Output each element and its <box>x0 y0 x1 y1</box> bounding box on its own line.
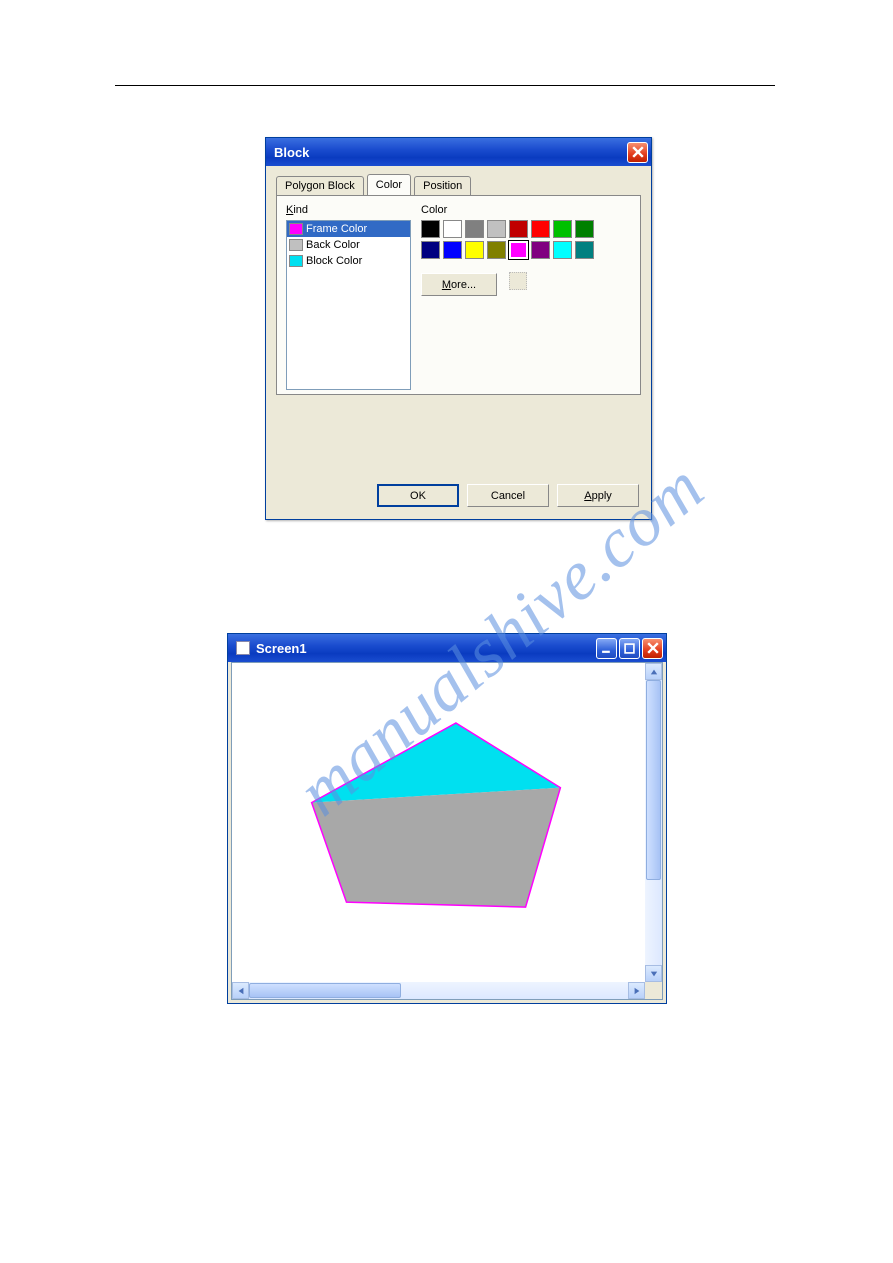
palette-cell[interactable] <box>575 220 594 238</box>
screen-body <box>231 662 663 1000</box>
kind-listbox[interactable]: Frame Color Back Color Block Color <box>286 220 411 390</box>
dialog-titlebar[interactable]: Block <box>266 138 651 166</box>
color-palette <box>421 220 594 259</box>
palette-cell[interactable] <box>553 241 572 259</box>
hscroll-thumb[interactable] <box>249 983 401 998</box>
dialog-title: Block <box>274 145 627 160</box>
scroll-corner <box>645 982 662 999</box>
palette-cell[interactable] <box>421 220 440 238</box>
kind-item-back-color[interactable]: Back Color <box>287 237 410 253</box>
minimize-icon[interactable] <box>596 638 617 659</box>
color-label: Color <box>421 204 447 216</box>
window-icon <box>236 641 250 655</box>
palette-cell[interactable] <box>465 220 484 238</box>
swatch-icon <box>289 255 303 267</box>
palette-cell[interactable] <box>443 220 462 238</box>
tab-color[interactable]: Color <box>367 174 411 195</box>
close-icon[interactable] <box>627 142 648 163</box>
scroll-down-icon[interactable] <box>645 965 662 982</box>
kind-item-label: Back Color <box>306 239 360 251</box>
palette-cell[interactable] <box>421 241 440 259</box>
palette-cell[interactable] <box>443 241 462 259</box>
cancel-button[interactable]: Cancel <box>467 484 549 507</box>
dialog-body: Polygon Block Color Position Kind Frame … <box>266 166 651 519</box>
canvas-area[interactable] <box>232 663 645 982</box>
palette-cell[interactable] <box>553 220 572 238</box>
vertical-scrollbar[interactable] <box>645 663 662 982</box>
hscroll-track[interactable] <box>249 982 628 999</box>
maximize-icon[interactable] <box>619 638 640 659</box>
swatch-icon <box>289 239 303 251</box>
kind-item-label: Frame Color <box>306 223 367 235</box>
vscroll-thumb[interactable] <box>646 680 661 880</box>
ok-button[interactable]: OK <box>377 484 459 507</box>
tab-strip: Polygon Block Color Position <box>276 174 641 196</box>
palette-cell[interactable] <box>487 220 506 238</box>
palette-cell[interactable] <box>509 220 528 238</box>
screen-titlebar[interactable]: Screen1 <box>228 634 666 662</box>
page-divider <box>115 85 775 86</box>
scroll-up-icon[interactable] <box>645 663 662 680</box>
more-button[interactable]: More... <box>421 273 497 296</box>
kind-label: Kind <box>286 204 308 216</box>
polygon-shape[interactable] <box>232 663 645 982</box>
tab-polygon-block[interactable]: Polygon Block <box>276 176 364 196</box>
apply-button[interactable]: Apply <box>557 484 639 507</box>
palette-cell[interactable] <box>531 220 550 238</box>
scroll-left-icon[interactable] <box>232 982 249 999</box>
screen-title: Screen1 <box>256 641 596 656</box>
palette-cell[interactable] <box>531 241 550 259</box>
scroll-right-icon[interactable] <box>628 982 645 999</box>
swatch-icon <box>289 223 303 235</box>
kind-item-frame-color[interactable]: Frame Color <box>287 221 410 237</box>
screen-window: Screen1 <box>227 633 667 1004</box>
block-dialog: Block Polygon Block Color Position Kind … <box>265 137 652 520</box>
palette-cell[interactable] <box>575 241 594 259</box>
dialog-button-row: OK Cancel Apply <box>377 484 639 507</box>
palette-cell[interactable] <box>509 241 528 259</box>
kind-item-label: Block Color <box>306 255 362 267</box>
tab-position[interactable]: Position <box>414 176 471 196</box>
kind-item-block-color[interactable]: Block Color <box>287 253 410 269</box>
color-preview-swatch <box>509 272 527 290</box>
palette-cell[interactable] <box>487 241 506 259</box>
palette-cell[interactable] <box>465 241 484 259</box>
horizontal-scrollbar[interactable] <box>232 982 645 999</box>
close-icon[interactable] <box>642 638 663 659</box>
vscroll-track[interactable] <box>645 680 662 965</box>
